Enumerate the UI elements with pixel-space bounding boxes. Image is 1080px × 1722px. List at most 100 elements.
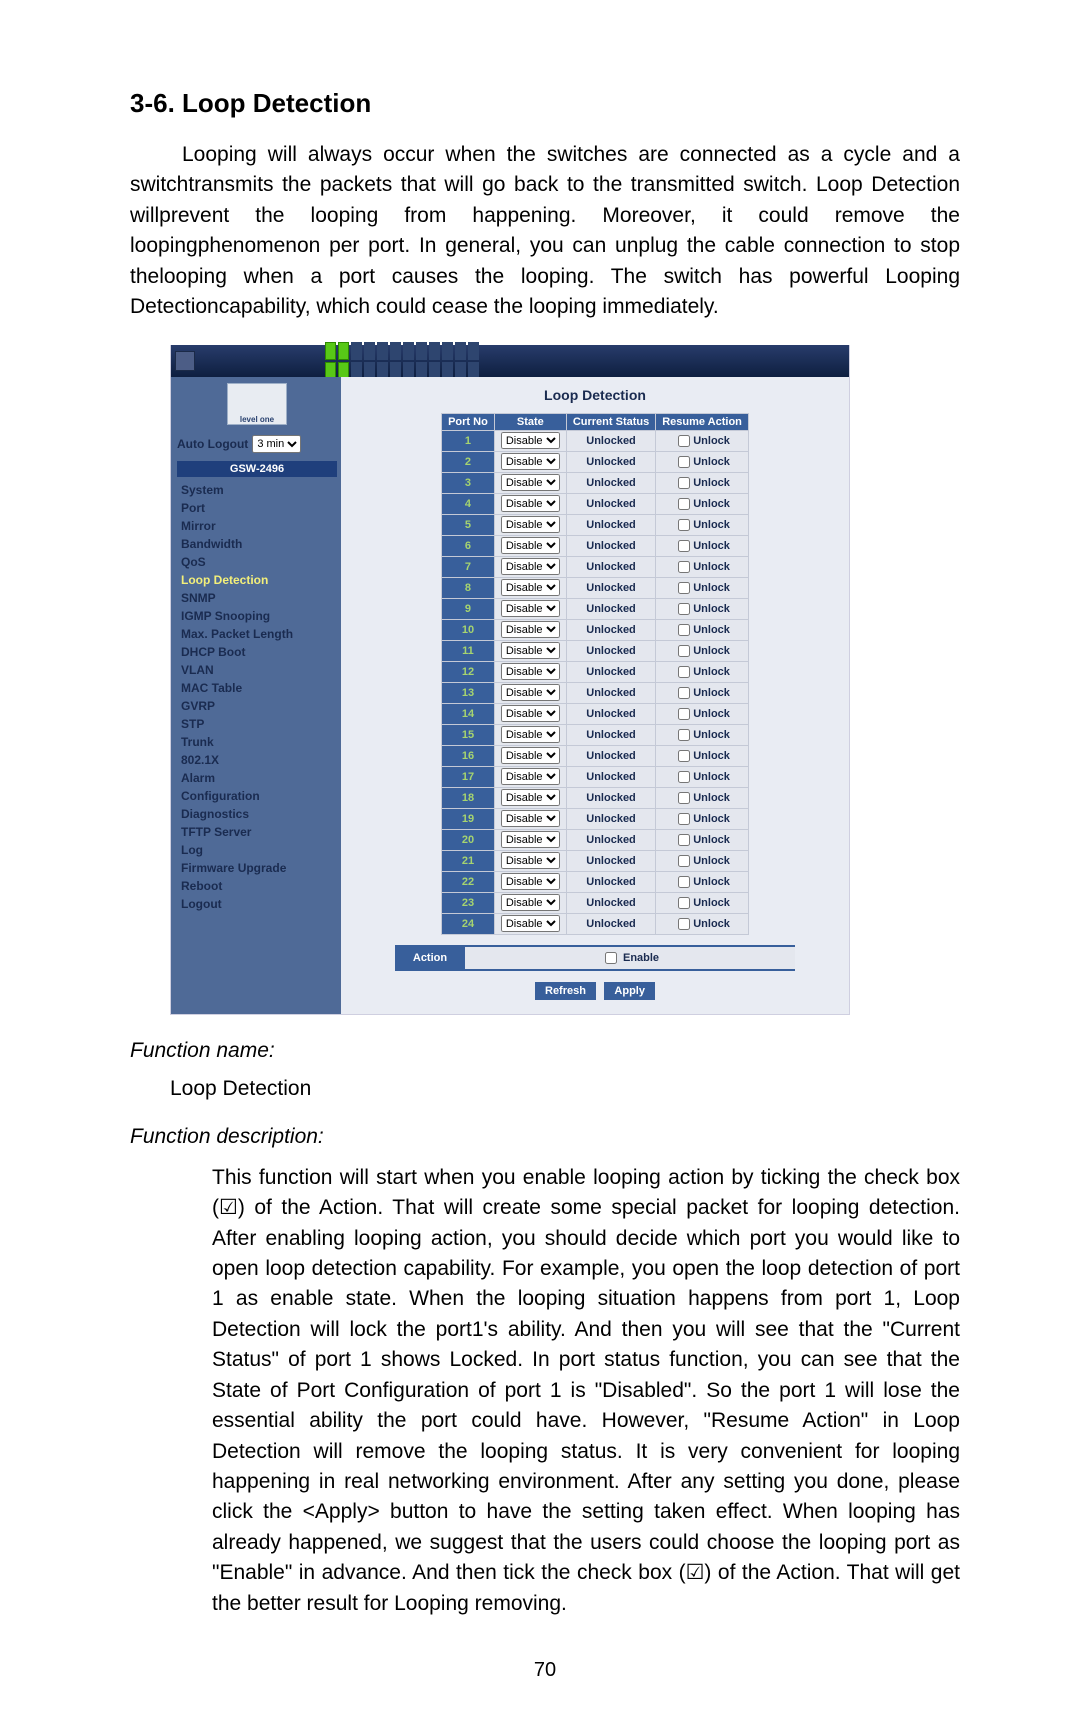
state-cell: Disable — [495, 851, 566, 871]
state-select[interactable]: Disable — [501, 705, 560, 722]
sidebar-item-gvrp[interactable]: GVRP — [173, 697, 341, 715]
sidebar-item-logout[interactable]: Logout — [173, 895, 341, 913]
table-row: 11DisableUnlockedUnlock — [442, 641, 748, 661]
sidebar-item-diagnostics[interactable]: Diagnostics — [173, 805, 341, 823]
sidebar-item-mirror[interactable]: Mirror — [173, 517, 341, 535]
sidebar-item-firmware-upgrade[interactable]: Firmware Upgrade — [173, 859, 341, 877]
unlock-checkbox[interactable] — [678, 897, 690, 909]
state-select[interactable]: Disable — [501, 558, 560, 575]
unlock-checkbox[interactable] — [678, 708, 690, 720]
port-number: 21 — [442, 851, 494, 871]
table-row: 2DisableUnlockedUnlock — [442, 452, 748, 472]
sidebar-item-alarm[interactable]: Alarm — [173, 769, 341, 787]
unlock-checkbox[interactable] — [678, 918, 690, 930]
sidebar-item-vlan[interactable]: VLAN — [173, 661, 341, 679]
unlock-label: Unlock — [693, 561, 730, 573]
state-select[interactable]: Disable — [501, 663, 560, 680]
state-select[interactable]: Disable — [501, 684, 560, 701]
unlock-checkbox[interactable] — [678, 792, 690, 804]
sidebar-item-igmp-snooping[interactable]: IGMP Snooping — [173, 607, 341, 625]
sidebar-item-mac-table[interactable]: MAC Table — [173, 679, 341, 697]
port-number: 3 — [442, 473, 494, 493]
unlock-checkbox[interactable] — [678, 855, 690, 867]
unlock-checkbox[interactable] — [678, 750, 690, 762]
unlock-checkbox[interactable] — [678, 582, 690, 594]
sidebar-item-stp[interactable]: STP — [173, 715, 341, 733]
sidebar-item-configuration[interactable]: Configuration — [173, 787, 341, 805]
unlock-label: Unlock — [693, 813, 730, 825]
unlock-checkbox[interactable] — [678, 519, 690, 531]
unlock-checkbox[interactable] — [678, 876, 690, 888]
state-select[interactable]: Disable — [501, 789, 560, 806]
state-select[interactable]: Disable — [501, 474, 560, 491]
sidebar-item-max-packet-length[interactable]: Max. Packet Length — [173, 625, 341, 643]
unlock-checkbox[interactable] — [678, 561, 690, 573]
col-resume: Resume Action — [656, 414, 748, 430]
auto-logout-select[interactable]: 3 min — [252, 435, 301, 453]
state-select[interactable]: Disable — [501, 579, 560, 596]
sidebar-item-port[interactable]: Port — [173, 499, 341, 517]
status-cell: Unlocked — [567, 788, 655, 808]
resume-cell: Unlock — [656, 536, 748, 556]
state-select[interactable]: Disable — [501, 873, 560, 890]
port-number: 15 — [442, 725, 494, 745]
resume-cell: Unlock — [656, 452, 748, 472]
sidebar-item-qos[interactable]: QoS — [173, 553, 341, 571]
action-enable-checkbox[interactable] — [605, 952, 617, 964]
sidebar-item-bandwidth[interactable]: Bandwidth — [173, 535, 341, 553]
state-select[interactable]: Disable — [501, 537, 560, 554]
loop-detection-table: Port No State Current Status Resume Acti… — [441, 413, 749, 935]
unlock-label: Unlock — [693, 729, 730, 741]
table-row: 19DisableUnlockedUnlock — [442, 809, 748, 829]
sidebar-item-log[interactable]: Log — [173, 841, 341, 859]
device-model: GSW-2496 — [177, 461, 337, 477]
apply-button[interactable]: Apply — [604, 982, 655, 1000]
unlock-checkbox[interactable] — [678, 771, 690, 783]
unlock-checkbox[interactable] — [678, 498, 690, 510]
sidebar-item-dhcp-boot[interactable]: DHCP Boot — [173, 643, 341, 661]
unlock-checkbox[interactable] — [678, 603, 690, 615]
state-select[interactable]: Disable — [501, 432, 560, 449]
state-select[interactable]: Disable — [501, 621, 560, 638]
sidebar-item-loop-detection[interactable]: Loop Detection — [173, 571, 341, 589]
unlock-checkbox[interactable] — [678, 456, 690, 468]
state-select[interactable]: Disable — [501, 852, 560, 869]
sidebar-item-reboot[interactable]: Reboot — [173, 877, 341, 895]
unlock-checkbox[interactable] — [678, 813, 690, 825]
unlock-checkbox[interactable] — [678, 687, 690, 699]
unlock-checkbox[interactable] — [678, 435, 690, 447]
resume-cell: Unlock — [656, 872, 748, 892]
state-select[interactable]: Disable — [501, 516, 560, 533]
unlock-checkbox[interactable] — [678, 645, 690, 657]
sidebar-item-802-1x[interactable]: 802.1X — [173, 751, 341, 769]
state-select[interactable]: Disable — [501, 747, 560, 764]
table-row: 6DisableUnlockedUnlock — [442, 536, 748, 556]
state-select[interactable]: Disable — [501, 600, 560, 617]
state-select[interactable]: Disable — [501, 768, 560, 785]
state-select[interactable]: Disable — [501, 453, 560, 470]
state-select[interactable]: Disable — [501, 831, 560, 848]
sidebar-item-trunk[interactable]: Trunk — [173, 733, 341, 751]
unlock-checkbox[interactable] — [678, 834, 690, 846]
sidebar-item-tftp-server[interactable]: TFTP Server — [173, 823, 341, 841]
state-select[interactable]: Disable — [501, 642, 560, 659]
state-select[interactable]: Disable — [501, 894, 560, 911]
unlock-checkbox[interactable] — [678, 666, 690, 678]
state-select[interactable]: Disable — [501, 810, 560, 827]
unlock-checkbox[interactable] — [678, 477, 690, 489]
table-row: 15DisableUnlockedUnlock — [442, 725, 748, 745]
sidebar-item-system[interactable]: System — [173, 481, 341, 499]
auto-logout-row: Auto Logout 3 min — [173, 431, 341, 457]
function-description: This function will start when you enable… — [212, 1163, 960, 1620]
state-select[interactable]: Disable — [501, 495, 560, 512]
state-select[interactable]: Disable — [501, 726, 560, 743]
state-select[interactable]: Disable — [501, 915, 560, 932]
sidebar-item-snmp[interactable]: SNMP — [173, 589, 341, 607]
unlock-checkbox[interactable] — [678, 729, 690, 741]
status-cell: Unlocked — [567, 662, 655, 682]
unlock-checkbox[interactable] — [678, 540, 690, 552]
refresh-button[interactable]: Refresh — [535, 982, 596, 1000]
resume-cell: Unlock — [656, 851, 748, 871]
unlock-checkbox[interactable] — [678, 624, 690, 636]
resume-cell: Unlock — [656, 641, 748, 661]
